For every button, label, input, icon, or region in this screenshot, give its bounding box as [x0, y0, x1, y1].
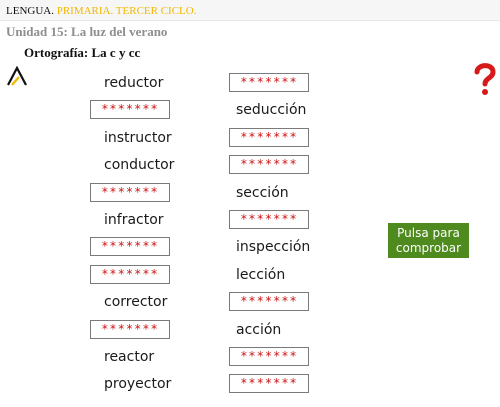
breadcrumb: LENGUA. PRIMARIA. TERCER CICLO. — [6, 5, 196, 17]
answer-input[interactable]: ******* — [229, 374, 309, 393]
answer-input[interactable]: ******* — [229, 210, 309, 229]
answer-input[interactable]: ******* — [90, 320, 170, 339]
answer-input[interactable]: ******* — [229, 292, 309, 311]
check-button-line2: comprobar — [395, 240, 462, 255]
answer-input[interactable]: ******* — [229, 128, 309, 147]
answer-input[interactable]: ******* — [229, 347, 309, 366]
unit-title: Unidad 15: La luz del verano — [6, 24, 168, 39]
answer-input[interactable]: ******* — [90, 265, 170, 284]
header-bar: LENGUA. PRIMARIA. TERCER CICLO. — [0, 0, 500, 21]
word-label: acción — [236, 322, 282, 338]
answer-input[interactable]: ******* — [90, 183, 170, 202]
word-label: conductor — [104, 157, 175, 173]
word-label: instructor — [104, 130, 172, 146]
answer-input[interactable]: ******* — [90, 100, 170, 119]
word-label: reactor — [104, 349, 155, 365]
word-label: seducción — [236, 102, 307, 118]
question-mark-icon[interactable] — [472, 62, 498, 96]
triangle-logo-icon — [7, 66, 27, 86]
word-label: proyector — [104, 376, 172, 392]
answer-input[interactable]: ******* — [90, 237, 170, 256]
topic-title: Ortografía: La c y cc — [24, 45, 141, 60]
answer-input[interactable]: ******* — [229, 155, 309, 174]
word-label: corrector — [104, 294, 168, 310]
word-label: sección — [236, 185, 289, 201]
word-label: reductor — [104, 75, 164, 91]
word-label: inspección — [236, 239, 311, 255]
check-button-line1: Pulsa para — [397, 225, 460, 240]
check-button[interactable]: Pulsa para comprobar — [388, 223, 469, 258]
breadcrumb-level: PRIMARIA. TERCER CICLO. — [56, 5, 197, 17]
word-label: lección — [236, 267, 286, 283]
breadcrumb-subject: LENGUA. — [6, 5, 54, 17]
answer-input[interactable]: ******* — [229, 73, 309, 92]
word-label: infractor — [104, 212, 164, 228]
